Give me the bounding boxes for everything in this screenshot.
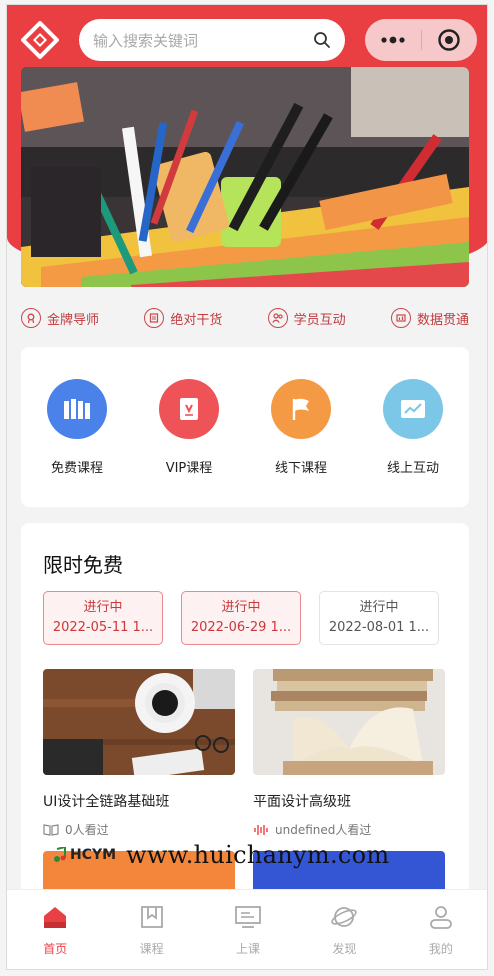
category-vip-courses[interactable]: VIP课程	[139, 378, 239, 476]
course-card[interactable]: UI设计全链路基础班 0人看过	[43, 669, 235, 838]
tab-label: 我的	[428, 942, 453, 956]
category-offline-courses[interactable]: 线下课程	[251, 378, 351, 476]
session-date: 2022-08-01 1...	[328, 620, 430, 635]
feature-label: 学员互动	[293, 312, 346, 328]
feature-item: 绝对干货	[144, 303, 222, 333]
tab-label: 发现	[332, 942, 357, 956]
music-note-icon	[54, 847, 66, 862]
session-status: 进行中	[359, 600, 399, 615]
feature-strip: 金牌导师 绝对干货 学员互动 数据贯通	[21, 303, 469, 333]
planet-icon[interactable]	[329, 902, 359, 932]
close-miniprogram-button[interactable]	[422, 19, 478, 61]
feature-label: 绝对干货	[170, 312, 223, 328]
category-label: VIP课程	[165, 460, 213, 476]
search-input[interactable]: 输入搜索关键词	[93, 30, 313, 51]
course-views: 0人看过	[65, 823, 109, 837]
session-date: 2022-06-29 1...	[190, 620, 292, 635]
more-dots-icon	[381, 36, 405, 44]
session-status: 进行中	[83, 600, 123, 615]
tab-label: 首页	[43, 942, 68, 956]
session-tab[interactable]: 进行中 2022-08-01 1...	[319, 591, 439, 645]
feature-label: 数据贯通	[416, 312, 469, 328]
notebook-icon	[144, 308, 165, 328]
category-free-courses[interactable]: 免费课程	[27, 378, 127, 476]
flag-icon[interactable]	[271, 378, 331, 439]
course-title: UI设计全链路基础班	[43, 794, 170, 810]
feature-item: 数据贯通	[390, 303, 469, 333]
category-card: 免费课程 VIP课程 线下课程 线上互动	[21, 347, 469, 507]
tab-class[interactable]: 上课	[200, 890, 296, 969]
watermark-logo: HCYM	[53, 847, 116, 863]
watermark-url: www.huichanym.com	[126, 841, 390, 869]
search-bar[interactable]: 输入搜索关键词	[79, 19, 345, 61]
book-open-icon	[43, 823, 59, 836]
search-icon[interactable]	[313, 31, 331, 49]
feature-item: 学员互动	[267, 303, 346, 333]
tab-label: 课程	[139, 942, 164, 956]
tab-discover[interactable]: 发现	[296, 890, 392, 969]
session-tabs: 进行中 2022-05-11 1... 进行中 2022-06-29 1... …	[43, 591, 439, 645]
monitor-icon[interactable]	[233, 902, 263, 932]
chart-screen-icon[interactable]	[383, 378, 443, 439]
books-icon[interactable]	[47, 378, 107, 439]
users-icon	[267, 308, 288, 328]
session-date: 2022-05-11 1...	[52, 620, 154, 635]
miniprogram-capsule	[365, 19, 477, 61]
course-views: undefined人看过	[275, 823, 372, 837]
course-thumbnail[interactable]	[43, 669, 235, 775]
more-menu-button[interactable]	[365, 19, 421, 61]
tab-profile[interactable]: 我的	[393, 890, 487, 969]
section-title: 限时免费	[43, 553, 123, 577]
bottom-tab-bar: 首页 课程 上课 发现 我的	[7, 889, 487, 969]
feature-item: 金牌导师	[21, 303, 99, 333]
tab-home[interactable]: 首页	[7, 890, 103, 969]
category-online-interaction[interactable]: 线上互动	[363, 378, 463, 476]
app-frame: 输入搜索关键词 金牌导师 绝对干货 学员互动 数据贯通 免费课程 VIP课程 线…	[6, 4, 488, 970]
course-title: 平面设计高级班	[253, 794, 351, 810]
tab-label: 上课	[236, 942, 261, 956]
medal-icon	[21, 308, 41, 328]
course-card[interactable]: 平面设计高级班 undefined人看过	[253, 669, 445, 838]
app-logo[interactable]	[20, 20, 60, 60]
course-meta: 0人看过	[43, 821, 235, 838]
session-tab[interactable]: 进行中 2022-05-11 1...	[43, 591, 163, 645]
course-meta: undefined人看过	[253, 821, 445, 838]
bookmark-icon[interactable]	[137, 902, 167, 932]
course-grid: UI设计全链路基础班 0人看过 平面设计高级班 undefined人看过	[43, 669, 445, 838]
course-thumbnail[interactable]	[253, 669, 445, 775]
watermark: HCYM www.huichanym.com	[53, 841, 389, 869]
user-icon[interactable]	[426, 902, 456, 932]
hero-banner-image[interactable]	[21, 67, 469, 287]
vip-book-icon[interactable]	[159, 378, 219, 439]
category-label: 线上互动	[386, 460, 439, 476]
session-tab[interactable]: 进行中 2022-06-29 1...	[181, 591, 301, 645]
feature-label: 金牌导师	[47, 312, 100, 328]
home-icon[interactable]	[40, 902, 70, 932]
sound-wave-icon	[254, 824, 268, 835]
category-label: 免费课程	[50, 460, 103, 476]
category-label: 线下课程	[274, 460, 327, 476]
tab-courses[interactable]: 课程	[103, 890, 199, 969]
data-icon	[390, 308, 411, 328]
target-close-icon	[438, 29, 460, 51]
session-status: 进行中	[221, 600, 261, 615]
